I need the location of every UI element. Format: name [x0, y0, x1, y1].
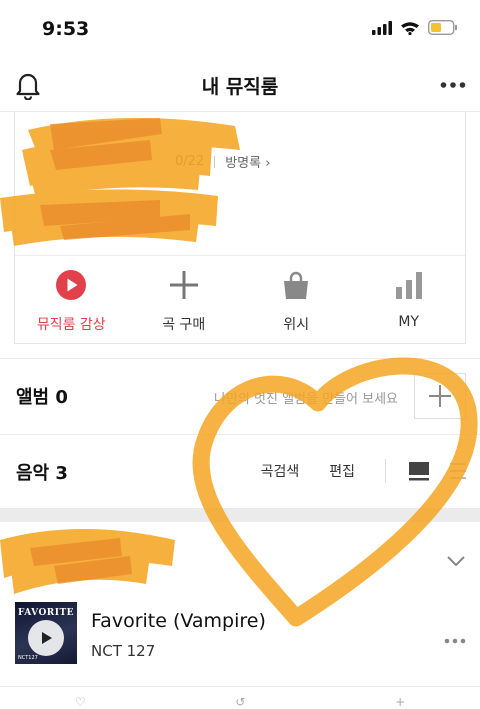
song-artist: NCT 127	[91, 642, 156, 660]
guestbook-label: 방명록	[225, 156, 262, 171]
album-hint: 나만의 멋진 앨범을 만들어 보세요	[214, 392, 398, 407]
signal-icon	[372, 20, 392, 35]
add-icon[interactable]: +	[395, 695, 405, 709]
page-header: 내 뮤직룸	[0, 60, 480, 112]
grid-view-button[interactable]	[408, 461, 430, 481]
quick-action-listen[interactable]: 뮤직룸 감상	[15, 268, 128, 338]
chevron-right-icon: ›	[265, 156, 271, 171]
add-album-button[interactable]	[414, 373, 466, 419]
more-options-button[interactable]	[440, 73, 466, 101]
album-art-artist: NCT127	[18, 655, 38, 661]
album-art-title: FAVORITE	[17, 608, 75, 618]
profile-meta: 0/22 방명록 ›	[175, 152, 270, 171]
wifi-icon	[401, 21, 419, 35]
play-circle-icon	[56, 270, 87, 300]
song-title: Favorite (Vampire)	[91, 610, 266, 632]
status-bar: 9:53	[0, 0, 480, 60]
play-button[interactable]	[28, 620, 64, 656]
song-group-header[interactable]	[0, 522, 480, 592]
more-icon	[444, 638, 466, 644]
list-view-icon	[450, 463, 466, 479]
music-tools: 곡검색 편집	[261, 459, 466, 483]
song-row[interactable]: FAVORITE NCT127 Favorite (Vampire) NCT 1…	[0, 594, 480, 676]
music-section-title: 음악 3	[16, 463, 68, 484]
quick-action-label: 위시	[283, 317, 310, 333]
plus-icon	[429, 385, 451, 407]
quick-action-label: MY	[398, 314, 420, 330]
music-section: 음악 3 곡검색 편집	[0, 434, 480, 508]
meta-divider	[214, 155, 216, 168]
page-title: 내 뮤직룸	[201, 76, 279, 98]
status-icons	[372, 20, 458, 35]
song-action-bar: ♡ ↺ +	[0, 686, 480, 709]
album-section-title: 앨범 0	[16, 387, 68, 408]
more-icon	[440, 82, 466, 88]
plus-icon	[169, 271, 198, 299]
quick-action-label: 곡 구매	[162, 317, 206, 333]
card-view-icon	[409, 462, 429, 481]
guestbook-link[interactable]: 방명록 ›	[225, 152, 270, 171]
tools-divider	[385, 459, 386, 483]
like-icon[interactable]: ♡	[75, 695, 86, 709]
bar-chart-icon	[395, 272, 422, 299]
song-search-button[interactable]: 곡검색	[261, 461, 300, 481]
section-separator	[0, 508, 480, 522]
visit-count: 0/22	[175, 154, 205, 169]
album-art: FAVORITE NCT127	[15, 602, 77, 664]
card-divider	[15, 255, 465, 256]
quick-action-wish[interactable]: 위시	[240, 268, 353, 338]
quick-action-label: 뮤직룸 감상	[36, 317, 106, 333]
list-view-button[interactable]	[450, 462, 466, 480]
play-icon	[42, 632, 52, 644]
shopping-bag-icon	[284, 271, 309, 299]
quick-action-my[interactable]: MY	[353, 268, 466, 338]
status-time: 9:53	[42, 18, 90, 40]
battery-icon	[428, 20, 457, 35]
song-more-button[interactable]	[444, 630, 466, 649]
profile-card: 0/22 방명록 › 뮤직룸 감상 곡 구매 위시 MY	[14, 112, 466, 344]
quick-actions: 뮤직룸 감상 곡 구매 위시 MY	[15, 268, 465, 338]
album-section: 앨범 0 나만의 멋진 앨범을 만들어 보세요	[0, 358, 480, 434]
share-icon[interactable]: ↺	[235, 695, 245, 709]
chevron-down-icon	[447, 556, 465, 567]
edit-button[interactable]: 편집	[329, 461, 355, 481]
quick-action-buy[interactable]: 곡 구매	[128, 268, 241, 338]
group-toggle[interactable]	[446, 552, 466, 571]
